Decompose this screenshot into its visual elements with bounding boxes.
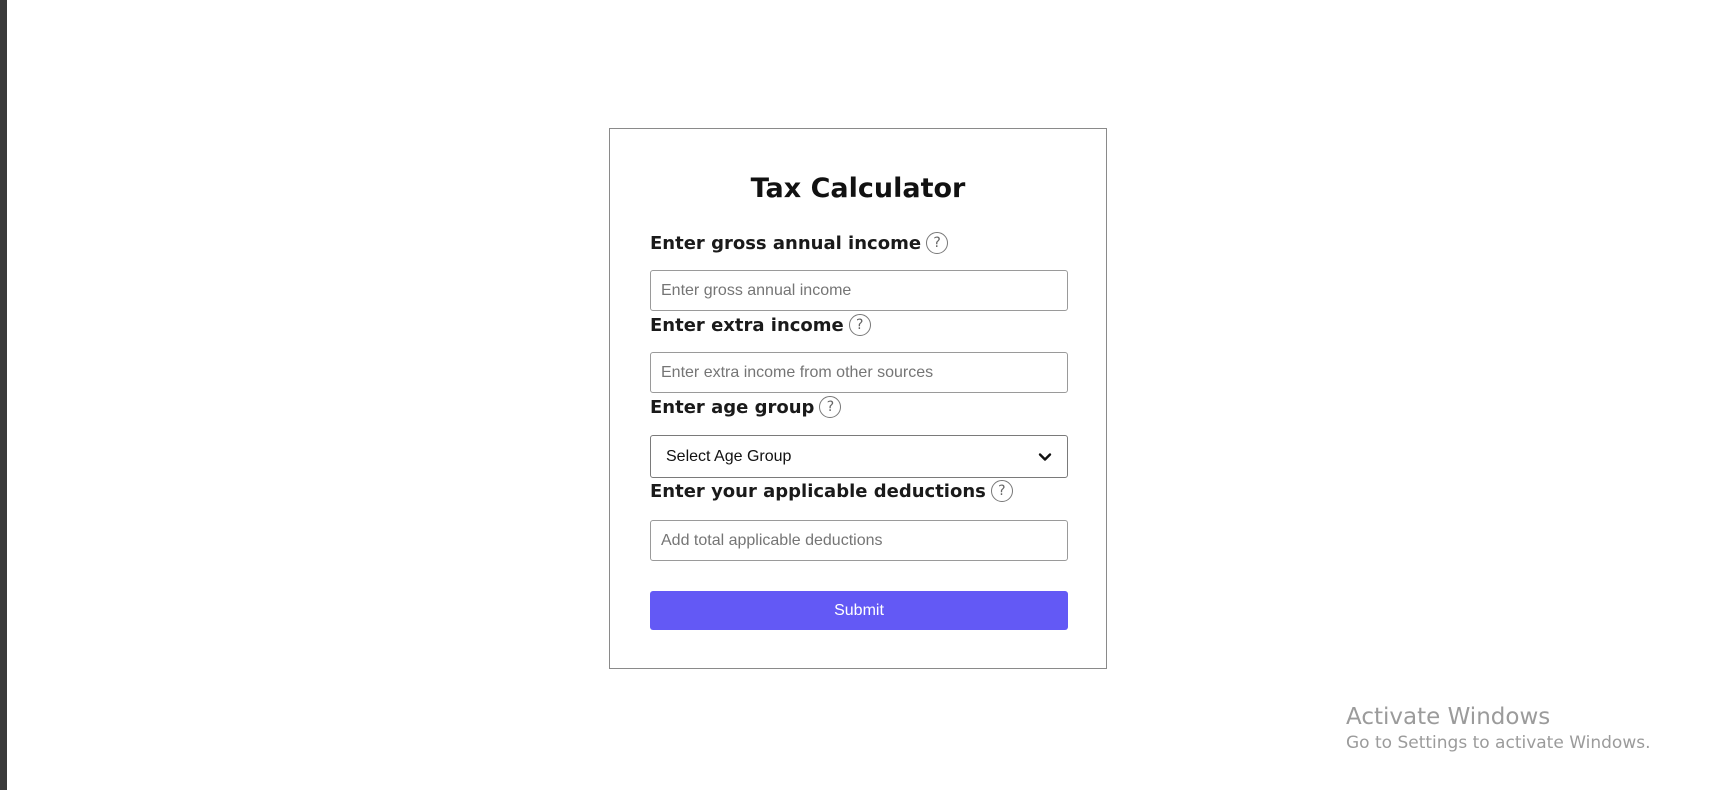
help-icon[interactable]: ? xyxy=(926,232,949,254)
tax-calculator-form: Tax Calculator Enter gross annual income… xyxy=(609,128,1107,669)
watermark-title: Activate Windows xyxy=(1346,704,1551,730)
gross-income-label: Enter gross annual income ? xyxy=(650,232,949,254)
activate-windows-watermark: Activate Windows Go to Settings to activ… xyxy=(1346,703,1651,755)
deductions-label: Enter your applicable deductions ? xyxy=(650,480,1013,502)
extra-income-label-text: Enter extra income xyxy=(650,314,844,336)
deductions-input[interactable] xyxy=(650,520,1068,561)
age-group-label-text: Enter age group xyxy=(650,396,815,418)
help-icon[interactable]: ? xyxy=(990,480,1013,502)
gross-income-input[interactable] xyxy=(650,270,1068,311)
extra-income-input[interactable] xyxy=(650,352,1068,393)
submit-button[interactable]: Submit xyxy=(650,591,1068,630)
window-left-edge xyxy=(0,0,7,790)
age-group-label: Enter age group ? xyxy=(650,396,842,418)
help-icon[interactable]: ? xyxy=(819,396,842,418)
extra-income-label: Enter extra income ? xyxy=(650,314,871,336)
age-group-select[interactable]: Select Age Group xyxy=(650,435,1068,478)
help-icon[interactable]: ? xyxy=(848,314,871,336)
age-group-selected-value: Select Age Group xyxy=(666,447,792,465)
gross-income-label-text: Enter gross annual income xyxy=(650,232,922,254)
deductions-label-text: Enter your applicable deductions xyxy=(650,480,986,502)
chevron-down-icon xyxy=(1038,452,1052,461)
form-title: Tax Calculator xyxy=(750,173,966,204)
watermark-subtitle: Go to Settings to activate Windows. xyxy=(1346,733,1651,753)
